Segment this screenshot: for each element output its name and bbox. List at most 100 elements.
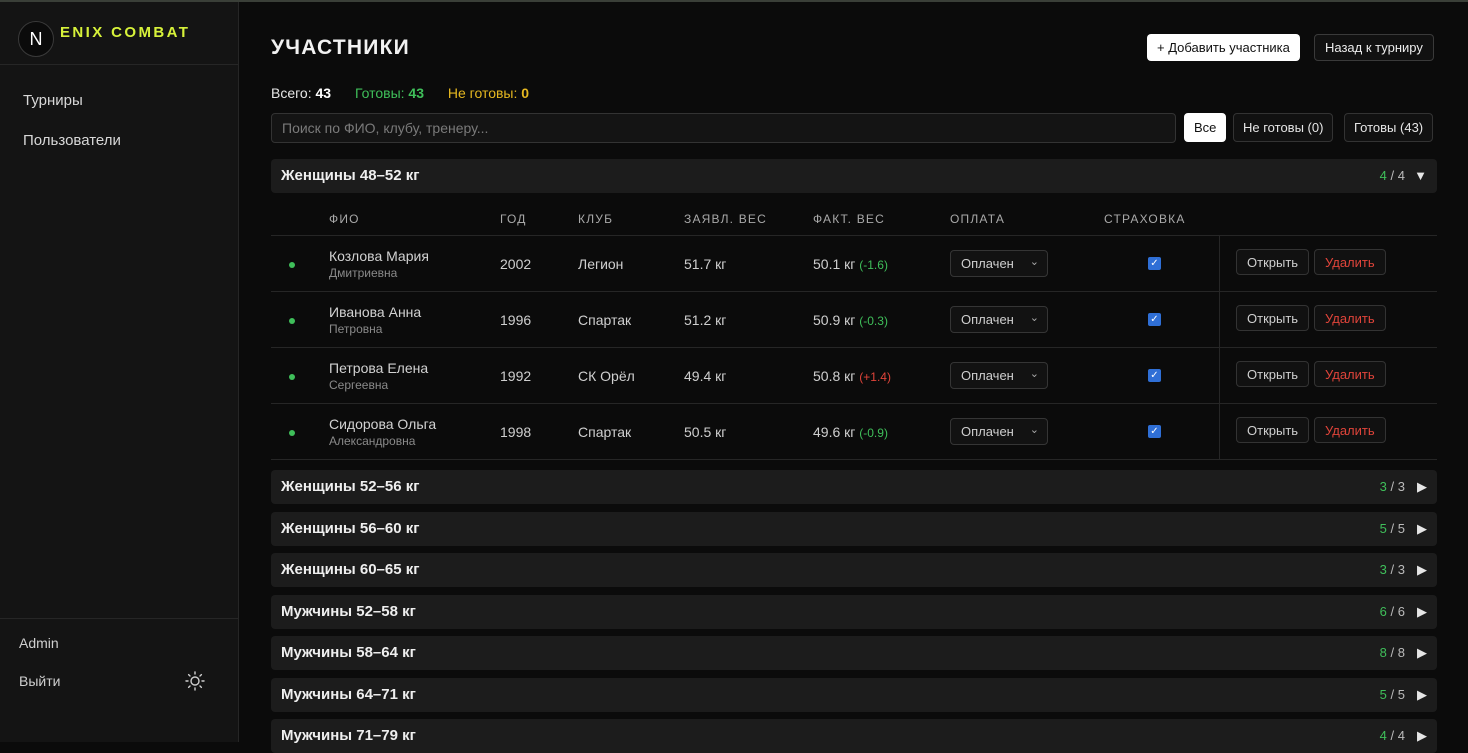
stat-total-value: 43 bbox=[315, 85, 332, 101]
actual-weight: 50.8 кг (+1.4) bbox=[813, 368, 891, 384]
group-count: 5 / 5 bbox=[1380, 687, 1405, 702]
weight-diff: (-0.9) bbox=[859, 426, 888, 440]
participant-patronymic: Петровна bbox=[329, 322, 383, 336]
participant-year: 1996 bbox=[500, 312, 532, 328]
col-year: ГОД bbox=[500, 212, 527, 226]
group-title: Мужчины 52–58 кг bbox=[281, 603, 416, 620]
group-total-count: / 6 bbox=[1390, 604, 1405, 619]
participant-year: 1998 bbox=[500, 424, 532, 440]
group-total-count: / 3 bbox=[1390, 562, 1405, 577]
group-count: 4 / 4 bbox=[1380, 728, 1405, 743]
logout-link[interactable]: Выйти bbox=[19, 673, 60, 689]
page-title: УЧАСТНИКИ bbox=[271, 36, 410, 59]
participant-name: Иванова Анна bbox=[329, 304, 422, 320]
filter-all-button[interactable]: Все bbox=[1184, 113, 1227, 142]
stat-notready: Не готовы: 0 bbox=[448, 85, 529, 101]
participant-patronymic: Александровна bbox=[329, 434, 416, 448]
triangle-right-icon: ▶ bbox=[1417, 645, 1427, 660]
col-payment: ОПЛАТА bbox=[950, 212, 1006, 226]
group-title: Женщины 52–56 кг bbox=[281, 478, 420, 495]
current-user: Admin bbox=[19, 635, 59, 651]
stat-ready-value: 43 bbox=[408, 85, 424, 101]
back-to-tournament-button[interactable]: Назад к турниру bbox=[1314, 34, 1434, 61]
group-total-count: / 3 bbox=[1390, 479, 1405, 494]
group-count: 3 / 3 bbox=[1380, 479, 1405, 494]
add-participant-button[interactable]: + Добавить участника bbox=[1147, 34, 1300, 61]
col-insurance: СТРАХОВКА bbox=[1104, 212, 1186, 226]
status-dot bbox=[289, 430, 295, 436]
open-button[interactable]: Открыть bbox=[1236, 249, 1310, 275]
actual-weight-value: 50.8 кг bbox=[813, 368, 856, 384]
group-ready-count: 8 bbox=[1379, 645, 1387, 660]
delete-button[interactable]: Удалить bbox=[1314, 417, 1386, 443]
group-title: Женщины 48–52 кг bbox=[281, 167, 420, 184]
open-button[interactable]: Открыть bbox=[1236, 305, 1310, 331]
group-header[interactable]: Женщины 52–56 кг 3 / 3 ▶ bbox=[271, 470, 1437, 504]
actual-weight-value: 50.1 кг bbox=[813, 256, 856, 272]
group-ready-count: 6 bbox=[1379, 604, 1387, 619]
participant-name: Козлова Мария bbox=[329, 248, 429, 264]
stat-ready-label: Готовы: bbox=[354, 85, 405, 101]
row-divider bbox=[1219, 236, 1220, 292]
group-header[interactable]: Мужчины 52–58 кг 6 / 6 ▶ bbox=[271, 595, 1437, 629]
participant-club: Спартак bbox=[578, 424, 632, 440]
declared-weight: 51.7 кг bbox=[684, 256, 727, 272]
group-title: Мужчины 64–71 кг bbox=[281, 686, 416, 703]
chevron-down-icon: ⌄ bbox=[1029, 368, 1039, 380]
participant-name: Петрова Елена bbox=[329, 360, 429, 376]
filter-notready-button[interactable]: Не готовы (0) bbox=[1233, 113, 1334, 142]
row-divider bbox=[1219, 348, 1220, 404]
participant-name: Сидорова Ольга bbox=[329, 416, 437, 432]
participant-year: 2002 bbox=[500, 256, 532, 272]
triangle-right-icon: ▶ bbox=[1417, 604, 1427, 619]
logo-avatar[interactable]: N bbox=[18, 21, 54, 57]
group-ready-count: 4 bbox=[1379, 168, 1387, 183]
brand: ENIX COMBAT N bbox=[0, 2, 238, 65]
participant-club: СК Орёл bbox=[578, 368, 635, 384]
insurance-checkbox[interactable]: ✓ bbox=[1148, 369, 1161, 382]
brand-name: ENIX COMBAT bbox=[60, 24, 191, 41]
payment-value: Оплачен bbox=[961, 256, 1014, 271]
open-button[interactable]: Открыть bbox=[1236, 417, 1310, 443]
table-row: Козлова Мария Дмитриевна 2002 Легион 51.… bbox=[271, 236, 1437, 292]
group-total-count: / 5 bbox=[1390, 521, 1405, 536]
table-row: Петрова Елена Сергеевна 1992 СК Орёл 49.… bbox=[271, 348, 1437, 404]
group-ready-count: 5 bbox=[1379, 687, 1387, 702]
declared-weight: 51.2 кг bbox=[684, 312, 727, 328]
insurance-checkbox[interactable]: ✓ bbox=[1148, 313, 1161, 326]
nav-item-users[interactable]: Пользователи bbox=[23, 132, 121, 149]
delete-button[interactable]: Удалить bbox=[1314, 361, 1386, 387]
group-ready-count: 4 bbox=[1379, 728, 1387, 743]
status-dot bbox=[289, 262, 295, 268]
payment-select[interactable]: Оплачен ⌄ bbox=[950, 306, 1048, 333]
group-header[interactable]: Женщины 56–60 кг 5 / 5 ▶ bbox=[271, 512, 1437, 546]
group-header[interactable]: Женщины 48–52 кг 4 / 4 ▼ bbox=[271, 159, 1437, 193]
stat-total-label: Всего: bbox=[271, 85, 312, 101]
row-divider bbox=[1219, 292, 1220, 348]
participant-patronymic: Дмитриевна bbox=[329, 266, 398, 280]
insurance-checkbox[interactable]: ✓ bbox=[1148, 257, 1161, 270]
payment-select[interactable]: Оплачен ⌄ bbox=[950, 362, 1048, 389]
status-dot bbox=[289, 318, 295, 324]
triangle-right-icon: ▶ bbox=[1417, 479, 1427, 494]
nav-item-tournaments[interactable]: Турниры bbox=[23, 92, 83, 109]
search-input[interactable] bbox=[271, 113, 1176, 143]
open-button[interactable]: Открыть bbox=[1236, 361, 1310, 387]
group-header[interactable]: Мужчины 58–64 кг 8 / 8 ▶ bbox=[271, 636, 1437, 670]
group-header[interactable]: Мужчины 71–79 кг 4 / 4 ▶ bbox=[271, 719, 1437, 753]
sun-icon[interactable] bbox=[185, 671, 205, 691]
delete-button[interactable]: Удалить bbox=[1314, 249, 1386, 275]
col-name: ФИО bbox=[329, 212, 360, 226]
group-header[interactable]: Мужчины 64–71 кг 5 / 5 ▶ bbox=[271, 678, 1437, 712]
filter-ready-button[interactable]: Готовы (43) bbox=[1344, 113, 1434, 142]
sidebar-divider bbox=[0, 618, 239, 619]
payment-select[interactable]: Оплачен ⌄ bbox=[950, 418, 1048, 445]
payment-value: Оплачен bbox=[961, 424, 1014, 439]
group-ready-count: 3 bbox=[1379, 562, 1387, 577]
group-header[interactable]: Женщины 60–65 кг 3 / 3 ▶ bbox=[271, 553, 1437, 587]
group-title: Женщины 60–65 кг bbox=[281, 561, 420, 578]
delete-button[interactable]: Удалить bbox=[1314, 305, 1386, 331]
payment-select[interactable]: Оплачен ⌄ bbox=[950, 250, 1048, 277]
insurance-checkbox[interactable]: ✓ bbox=[1148, 425, 1161, 438]
declared-weight: 49.4 кг bbox=[684, 368, 727, 384]
